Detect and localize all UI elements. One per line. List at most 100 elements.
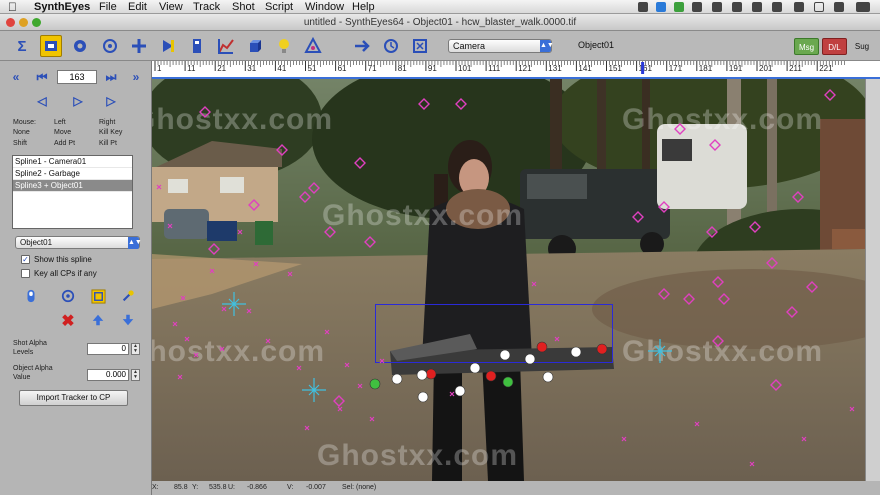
tracker-diamond[interactable] <box>658 288 670 300</box>
tracker-diamond[interactable] <box>712 276 724 288</box>
tracker-point[interactable] <box>324 329 330 335</box>
tray-icon-2[interactable] <box>656 2 666 12</box>
msg-button[interactable]: Msg <box>794 38 819 55</box>
square-tool-icon[interactable] <box>90 288 106 304</box>
phase-triangle-icon[interactable] <box>302 35 324 57</box>
tracker-point[interactable] <box>369 416 375 422</box>
bluetooth-icon[interactable] <box>794 2 804 12</box>
object-alpha-stepper[interactable]: ▲ ▼ <box>131 369 140 381</box>
tracker-diamond[interactable] <box>333 395 345 407</box>
close-window-button[interactable] <box>6 18 15 27</box>
tracker-point[interactable] <box>337 406 343 412</box>
tray-icon-6[interactable] <box>732 2 742 12</box>
shot-alpha-field[interactable]: 0 <box>87 343 129 355</box>
tracker-point[interactable] <box>253 261 259 267</box>
tracker-diamond[interactable] <box>276 144 288 156</box>
summary-sigma-icon[interactable]: Σ <box>11 35 33 57</box>
tracker-diamond[interactable] <box>806 281 818 293</box>
tracker-point[interactable] <box>449 391 455 397</box>
tracker-point[interactable] <box>694 421 700 427</box>
tracker-diamond[interactable] <box>324 226 336 238</box>
seed-tracker-star[interactable] <box>648 339 672 363</box>
show-spline-checkbox[interactable]: ✓ <box>21 255 30 264</box>
shot-alpha-stepper[interactable]: ▲ ▼ <box>131 343 140 355</box>
delete-x-icon[interactable]: ✖ <box>60 313 76 330</box>
viewport-scrollbar[interactable] <box>865 79 880 481</box>
tracker-point[interactable] <box>246 308 252 314</box>
timeline-ruler[interactable]: 1 11 21 31 41 51 61 71 81 91 101 111 121 131 141 151 161… <box>152 61 880 79</box>
spline-list-item[interactable]: Spline1 - Camera01 <box>13 156 132 168</box>
tracker-diamond[interactable] <box>770 379 782 391</box>
camera-select[interactable]: Camera ▲▼ <box>448 39 554 53</box>
3d-cube-icon[interactable] <box>244 35 266 57</box>
tracker-point[interactable] <box>287 271 293 277</box>
tracker-diamond[interactable] <box>706 226 718 238</box>
tracker-point[interactable] <box>379 358 385 364</box>
capsule-tool-icon[interactable] <box>23 288 39 304</box>
coordinate-system-icon[interactable] <box>128 35 150 57</box>
tracker-point[interactable] <box>221 306 227 312</box>
tracker-diamond[interactable] <box>709 139 721 151</box>
graph-editor-icon[interactable] <box>215 35 237 57</box>
menu-window[interactable]: Window <box>305 0 344 14</box>
object-alpha-field[interactable]: 0.000 <box>87 369 129 381</box>
tracker-diamond[interactable] <box>455 98 467 110</box>
tray-icon-4[interactable] <box>692 2 702 12</box>
solver-panel-icon[interactable] <box>186 35 208 57</box>
arrow-down-icon[interactable] <box>120 312 136 328</box>
frame-number-field[interactable]: 163 <box>57 70 97 84</box>
tracker-diamond[interactable] <box>718 293 730 305</box>
tracker-diamond[interactable] <box>354 157 366 169</box>
minimize-window-button[interactable] <box>19 18 28 27</box>
menu-edit[interactable]: Edit <box>128 0 147 14</box>
tracker-point[interactable] <box>554 336 560 342</box>
tray-icon-3[interactable] <box>674 2 684 12</box>
tray-icon-1[interactable] <box>638 2 648 12</box>
tracker-point[interactable] <box>172 321 178 327</box>
object-select[interactable]: Object01 ▲▼ <box>15 236 142 249</box>
menu-script[interactable]: Script <box>265 0 293 14</box>
perspective-clock-icon[interactable] <box>380 35 402 57</box>
seed-tracker-star[interactable] <box>222 292 246 316</box>
tray-icon-8[interactable] <box>772 2 782 12</box>
spline-list[interactable]: Spline1 - Camera01 Spline2 - Garbage Spl… <box>12 155 133 229</box>
volume-icon[interactable] <box>834 2 844 12</box>
tracker-diamond[interactable] <box>208 243 220 255</box>
dl-button[interactable]: D/L <box>822 38 847 55</box>
step-forward-icon[interactable]: ▷ <box>103 94 119 108</box>
tray-icon-7[interactable] <box>752 2 762 12</box>
seed-tracker-star[interactable] <box>302 378 326 402</box>
lighting-bulb-icon[interactable] <box>273 35 295 57</box>
tracker-point[interactable] <box>180 295 186 301</box>
tracker-diamond[interactable] <box>248 199 260 211</box>
rewind-start-icon[interactable]: « <box>8 70 24 84</box>
tracker-diamond[interactable] <box>824 89 836 101</box>
import-tracker-button[interactable]: Import Tracker to CP <box>19 390 128 406</box>
arrow-right-icon[interactable] <box>351 35 373 57</box>
tracker-point[interactable] <box>177 374 183 380</box>
tracker-point[interactable] <box>344 362 350 368</box>
fit-frame-icon[interactable] <box>409 35 431 57</box>
fast-forward-end-icon[interactable]: » <box>128 70 144 84</box>
spline-room-icon[interactable] <box>40 35 62 57</box>
tracker-diamond[interactable] <box>632 211 644 223</box>
zoom-window-button[interactable] <box>32 18 41 27</box>
tracker-point[interactable] <box>849 406 855 412</box>
menu-track[interactable]: Track <box>193 0 220 14</box>
tracker-gear-icon[interactable] <box>69 35 91 57</box>
play-icon[interactable]: ▷ <box>70 94 86 108</box>
tracker-diamond[interactable] <box>786 306 798 318</box>
tracker-diamond[interactable] <box>299 191 311 203</box>
tracker-diamond[interactable] <box>199 106 211 118</box>
menu-help[interactable]: Help <box>352 0 375 14</box>
tracker-point[interactable] <box>184 336 190 342</box>
tracker-point[interactable] <box>296 365 302 371</box>
tracker-diamond[interactable] <box>308 182 320 194</box>
key-all-cps-checkbox[interactable] <box>21 269 30 278</box>
tracker-point[interactable] <box>531 281 537 287</box>
arrow-up-icon[interactable] <box>90 312 106 328</box>
sug-button[interactable]: Sug <box>850 38 874 55</box>
tracker-point[interactable] <box>167 223 173 229</box>
tracker-diamond[interactable] <box>766 257 778 269</box>
spline-list-item[interactable]: Spline2 - Garbage <box>13 168 132 180</box>
